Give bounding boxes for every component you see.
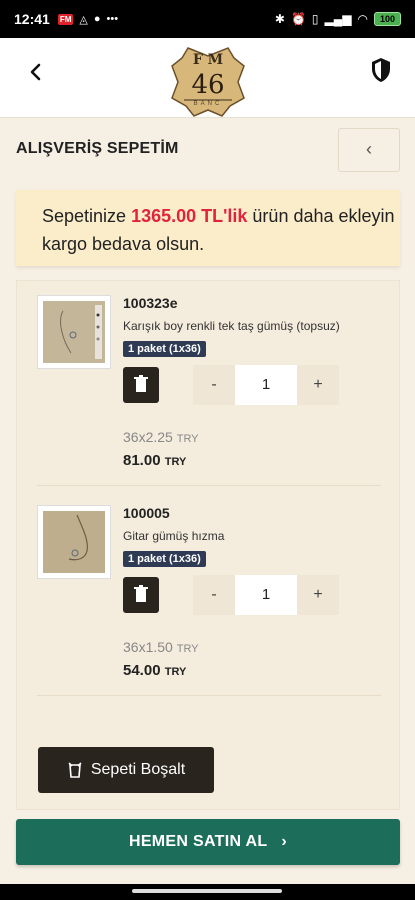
cart-item: 100323e Karışık boy renkli tek taş gümüş… bbox=[37, 295, 381, 485]
empty-cart-icon bbox=[68, 762, 82, 778]
logo-subtitle: BANC bbox=[193, 101, 223, 107]
system-nav-bar bbox=[0, 884, 415, 900]
page-title: ALIŞVERİŞ SEPETİM bbox=[16, 140, 179, 157]
free-shipping-notice: Sepetinize 1365.00 TL'lik ürün daha ekle… bbox=[16, 190, 400, 266]
notification-badge: FM bbox=[57, 13, 74, 25]
package-badge: 1 paket (1x36) bbox=[123, 341, 206, 357]
shield-icon bbox=[372, 58, 390, 82]
unit-price: 36x1.50 TRY bbox=[123, 639, 199, 655]
battery-indicator: 100 bbox=[373, 12, 401, 26]
product-code: 100323e bbox=[123, 295, 178, 311]
increase-quantity-button[interactable]: + bbox=[297, 575, 339, 615]
package-badge: 1 paket (1x36) bbox=[123, 551, 206, 567]
buy-now-label: HEMEN SATIN AL bbox=[128, 833, 268, 850]
chevron-left-icon bbox=[30, 63, 41, 81]
more-notifications: ••• bbox=[106, 13, 119, 25]
wifi-icon: ◠ bbox=[357, 12, 368, 26]
product-image[interactable] bbox=[37, 295, 111, 369]
logo-letters: F M bbox=[192, 52, 224, 68]
quantity-stepper: - 1 + bbox=[193, 365, 339, 405]
remove-item-button[interactable] bbox=[123, 577, 159, 613]
product-name: Karışık boy renkli tek taş gümüş (topsuz… bbox=[123, 319, 340, 333]
product-photo-icon bbox=[43, 511, 105, 573]
total-currency: TRY bbox=[164, 666, 187, 678]
decrease-quantity-button[interactable]: - bbox=[193, 575, 235, 615]
item-divider bbox=[37, 485, 381, 486]
status-bar: 12:41 FM ◬ ● ••• ✱ ⏰ ▯ ▂▄▆ ◠ 100 bbox=[0, 0, 415, 38]
cart-items-panel: 100323e Karışık boy renkli tek taş gümüş… bbox=[16, 280, 400, 810]
unit-price-value: 36x1.50 bbox=[123, 639, 173, 655]
buy-now-button[interactable]: HEMEN SATIN AL › bbox=[16, 819, 400, 865]
cart-item: 100005 Gitar gümüş hızma 1 paket (1x36) … bbox=[37, 505, 381, 695]
empty-cart-button[interactable]: Sepeti Boşalt bbox=[38, 747, 214, 793]
item-total-value: 81.00 bbox=[123, 452, 161, 469]
unit-currency: TRY bbox=[176, 643, 199, 655]
empty-cart-label: Sepeti Boşalt bbox=[90, 761, 186, 778]
status-time: 12:41 bbox=[14, 11, 50, 27]
total-currency: TRY bbox=[164, 456, 187, 468]
signal-icon: ▂▄▆ bbox=[324, 12, 352, 26]
brand-logo[interactable]: F M 46 BANC bbox=[170, 44, 246, 118]
unit-price: 36x2.25 TRY bbox=[123, 429, 199, 445]
app-header: F M 46 BANC bbox=[0, 38, 415, 118]
product-image[interactable] bbox=[37, 505, 111, 579]
trash-icon bbox=[134, 375, 148, 392]
notice-prefix: Sepetinize bbox=[42, 206, 132, 226]
item-total: 81.00 TRY bbox=[123, 452, 186, 469]
bluetooth-icon: ✱ bbox=[274, 12, 285, 26]
quantity-input[interactable]: 1 bbox=[235, 365, 297, 405]
alarm-icon: ⏰ bbox=[290, 12, 306, 26]
unit-currency: TRY bbox=[176, 433, 199, 445]
logo-number: 46 bbox=[191, 70, 225, 100]
security-button[interactable] bbox=[369, 56, 393, 84]
product-photo-icon bbox=[43, 301, 105, 363]
home-gesture-bar[interactable] bbox=[132, 889, 282, 893]
increase-quantity-button[interactable]: + bbox=[297, 365, 339, 405]
remove-item-button[interactable] bbox=[123, 367, 159, 403]
product-code: 100005 bbox=[123, 505, 170, 521]
item-total-value: 54.00 bbox=[123, 662, 161, 679]
quantity-input[interactable]: 1 bbox=[235, 575, 297, 615]
back-button[interactable] bbox=[22, 58, 50, 86]
product-name: Gitar gümüş hızma bbox=[123, 529, 225, 543]
app-notification-icon: ● bbox=[93, 13, 101, 25]
notification-icon: ◬ bbox=[79, 13, 88, 26]
item-total: 54.00 TRY bbox=[123, 662, 186, 679]
item-divider bbox=[37, 695, 381, 696]
collapse-button[interactable]: ‹ bbox=[338, 128, 400, 172]
quantity-stepper: - 1 + bbox=[193, 575, 339, 615]
cart-page: ALIŞVERİŞ SEPETİM ‹ Sepetinize 1365.00 T… bbox=[0, 118, 415, 884]
unit-price-value: 36x2.25 bbox=[123, 429, 173, 445]
decrease-quantity-button[interactable]: - bbox=[193, 365, 235, 405]
notice-amount: 1365.00 TL'lik bbox=[131, 206, 248, 226]
vibrate-icon: ▯ bbox=[311, 12, 319, 26]
chevron-right-icon: › bbox=[281, 833, 288, 850]
trash-icon bbox=[134, 585, 148, 602]
